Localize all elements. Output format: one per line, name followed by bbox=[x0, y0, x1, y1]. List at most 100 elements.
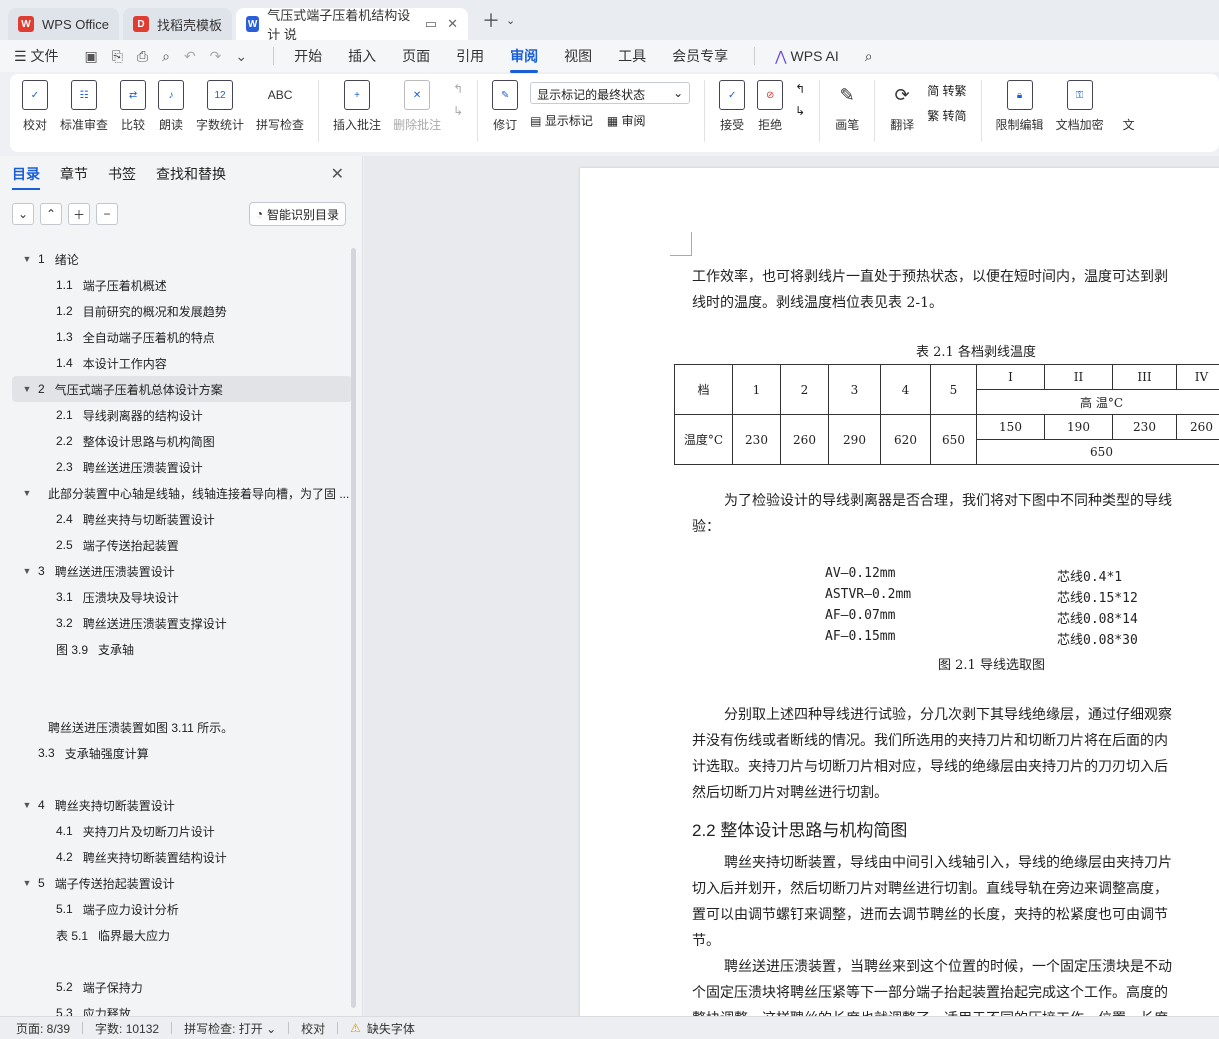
menu-view[interactable]: 视图 bbox=[564, 46, 592, 66]
toc-item[interactable]: 5.1 端子应力设计分析 bbox=[12, 896, 352, 922]
pen-button[interactable]: ✎ 画笔 bbox=[834, 80, 860, 133]
file-menu[interactable]: ☰ 文件 bbox=[14, 46, 58, 66]
toc-item[interactable]: 1.3 全自动端子压着机的特点 bbox=[12, 324, 352, 350]
toc-item[interactable]: 2.4 聘丝夹持与切断装置设计 bbox=[12, 506, 352, 532]
toc-item[interactable]: ▼ 3 聘丝送进压溃装置设计 bbox=[12, 558, 352, 584]
new-tab-icon[interactable]: ＋ bbox=[482, 7, 500, 33]
standard-review-button[interactable]: ☷ 标准审查 bbox=[60, 80, 108, 133]
tab-chapters[interactable]: 章节 bbox=[60, 164, 88, 184]
print-preview-icon[interactable]: ⌕ bbox=[162, 48, 170, 65]
document-page[interactable]: 工作效率，也可将剥线片一直处于预热状态，以便在短时间内，温度可达到剥 线时的温度… bbox=[580, 168, 1219, 1016]
accept-button[interactable]: ✓ 接受 bbox=[719, 80, 746, 133]
spell-check-button[interactable]: ABC 拼写检查 bbox=[256, 80, 304, 133]
expand-arrow-icon[interactable]: ▼ bbox=[20, 488, 34, 498]
toc-item[interactable]: ▼ 4 聘丝夹持切断装置设计 bbox=[12, 792, 352, 818]
toc-item[interactable] bbox=[12, 948, 352, 974]
smart-toc-button[interactable]: ◔ 智能识别目录 bbox=[248, 202, 346, 226]
toc-item[interactable]: 4.2 聘丝夹持切断装置结构设计 bbox=[12, 844, 352, 870]
read-aloud-button[interactable]: ♪ 朗读 bbox=[158, 80, 185, 133]
menu-start[interactable]: 开始 bbox=[294, 46, 322, 66]
wps-ai-button[interactable]: ⋀ WPS AI bbox=[775, 48, 839, 65]
expand-arrow-icon[interactable]: ▼ bbox=[20, 878, 34, 888]
next-comment-icon[interactable]: ↳ bbox=[453, 104, 463, 118]
expand-down-icon[interactable]: ⌄ bbox=[12, 203, 34, 225]
toc-item[interactable]: 3.2 聘丝送进压溃装置支撑设计 bbox=[12, 610, 352, 636]
tab-toc[interactable]: 目录 bbox=[12, 164, 40, 190]
toc-item[interactable]: 2.2 整体设计思路与机构简图 bbox=[12, 428, 352, 454]
toc-item[interactable]: 3.1 压溃块及导块设计 bbox=[12, 584, 352, 610]
tab-docer-templates[interactable]: D 找稻壳模板 bbox=[122, 8, 232, 40]
tab-find-replace[interactable]: 查找和替换 bbox=[156, 164, 226, 184]
tab-document[interactable]: W 气压式端子压着机结构设计 说 ▭ ✕ bbox=[235, 8, 468, 42]
undo-icon[interactable]: ↶ bbox=[184, 48, 196, 65]
menu-reference[interactable]: 引用 bbox=[456, 46, 484, 66]
restrict-edit-button[interactable]: 🔒︎ 限制编辑 bbox=[996, 80, 1044, 133]
toc-item[interactable]: 2.3 聘丝送进压溃装置设计 bbox=[12, 454, 352, 480]
toc-item[interactable]: 表 5.1 临界最大应力 bbox=[12, 922, 352, 948]
reject-button[interactable]: ⊘ 拒绝 bbox=[757, 80, 784, 133]
proof-status[interactable]: 校对 bbox=[301, 1020, 325, 1037]
doc-encrypt-button[interactable]: ⚿ 文档加密 bbox=[1056, 80, 1104, 133]
toc-item[interactable]: 5.2 端子保持力 bbox=[12, 974, 352, 1000]
window-icon[interactable]: ▭ bbox=[425, 16, 437, 32]
menu-page[interactable]: 页面 bbox=[402, 46, 430, 66]
toc-item[interactable]: ▼ 1 绪论 bbox=[12, 246, 352, 272]
search-icon[interactable]: ⌕ bbox=[865, 48, 873, 65]
expand-arrow-icon[interactable]: ▼ bbox=[20, 800, 34, 810]
word-count-indicator[interactable]: 字数: 10132 bbox=[95, 1020, 159, 1037]
translate-button[interactable]: ⟳ 翻译 bbox=[889, 80, 915, 133]
toc-item[interactable]: 1.2 目前研究的概况和发展趋势 bbox=[12, 298, 352, 324]
toc-item[interactable]: 2.1 导线剥离器的结构设计 bbox=[12, 402, 352, 428]
toc-item[interactable]: 4.1 夹持刀片及切断刀片设计 bbox=[12, 818, 352, 844]
close-icon[interactable]: ✕ bbox=[331, 164, 344, 184]
show-marks-button[interactable]: ▤ 显示标记 bbox=[530, 112, 593, 129]
revise-button[interactable]: ✎ 修订 bbox=[492, 80, 519, 133]
toc-item[interactable]: ▼ 5 端子传送抬起装置设计 bbox=[12, 870, 352, 896]
spell-check-status[interactable]: 拼写检查: 打开 ⌄ bbox=[184, 1020, 276, 1037]
toc-item[interactable] bbox=[12, 688, 352, 714]
page-indicator[interactable]: 页面: 8/39 bbox=[16, 1020, 70, 1037]
toc-item[interactable]: 1.1 端子压着机概述 bbox=[12, 272, 352, 298]
insert-comment-button[interactable]: + 插入批注 bbox=[333, 80, 381, 133]
expand-arrow-icon[interactable]: ▼ bbox=[20, 254, 34, 264]
prev-revision-icon[interactable]: ↰ bbox=[795, 82, 805, 96]
more-icon[interactable]: ⌄ bbox=[235, 48, 247, 65]
export-icon[interactable]: ⎘ bbox=[112, 48, 123, 65]
menu-tools[interactable]: 工具 bbox=[618, 46, 646, 66]
to-simplified-button[interactable]: 繁 转简 bbox=[927, 107, 966, 124]
to-traditional-button[interactable]: 简 转繁 bbox=[927, 82, 966, 99]
print-icon[interactable]: ⎙ bbox=[137, 48, 148, 65]
compare-button[interactable]: ⇄ 比较 bbox=[120, 80, 147, 133]
scrollbar[interactable] bbox=[351, 248, 356, 1008]
display-state-select[interactable]: 显示标记的最终状态 ⌄ bbox=[530, 82, 691, 104]
menu-member[interactable]: 会员专享 bbox=[672, 46, 728, 66]
expand-arrow-icon[interactable]: ▼ bbox=[20, 384, 34, 394]
redo-icon[interactable]: ↷ bbox=[210, 48, 222, 65]
chevron-down-icon[interactable]: ⌄ bbox=[506, 14, 515, 27]
toc-item[interactable]: 聘丝送进压溃装置如图 3.11 所示。 bbox=[12, 714, 352, 740]
toc-item[interactable]: ▼ 2 气压式端子压着机总体设计方案 bbox=[12, 376, 352, 402]
missing-font-status[interactable]: 缺失字体 bbox=[367, 1020, 415, 1037]
toc-item[interactable]: 1.4 本设计工作内容 bbox=[12, 350, 352, 376]
proofread-button[interactable]: ✓ 校对 bbox=[22, 80, 48, 133]
toc-item[interactable]: 图 3.9 支承轴 bbox=[12, 636, 352, 662]
add-icon[interactable]: ＋ bbox=[68, 203, 90, 225]
menu-insert[interactable]: 插入 bbox=[348, 46, 376, 66]
review-pane-button[interactable]: ▦ 审阅 bbox=[607, 112, 646, 129]
toc-item[interactable]: ▼ 此部分装置中心轴是线轴，线轴连接着导向槽，为了固 ... bbox=[12, 480, 352, 506]
more-ribbon-button[interactable]: 文 bbox=[1116, 80, 1142, 133]
word-count-button[interactable]: 12 字数统计 bbox=[196, 80, 244, 133]
expand-arrow-icon[interactable]: ▼ bbox=[20, 566, 34, 576]
delete-comment-button[interactable]: ✕ 删除批注 bbox=[393, 80, 441, 133]
next-revision-icon[interactable]: ↳ bbox=[795, 104, 805, 118]
prev-comment-icon[interactable]: ↰ bbox=[453, 82, 463, 96]
toc-item[interactable] bbox=[12, 766, 352, 792]
tab-bookmarks[interactable]: 书签 bbox=[108, 164, 136, 184]
menu-review[interactable]: 审阅 bbox=[510, 46, 539, 73]
tab-wps-office[interactable]: W WPS Office bbox=[8, 8, 119, 40]
toc-item[interactable]: 3.3 支承轴强度计算 bbox=[12, 740, 352, 766]
save-icon[interactable]: ▣ bbox=[84, 48, 97, 65]
close-tab-icon[interactable]: ✕ bbox=[447, 16, 458, 32]
remove-icon[interactable]: − bbox=[96, 203, 118, 225]
toc-item[interactable] bbox=[12, 662, 352, 688]
